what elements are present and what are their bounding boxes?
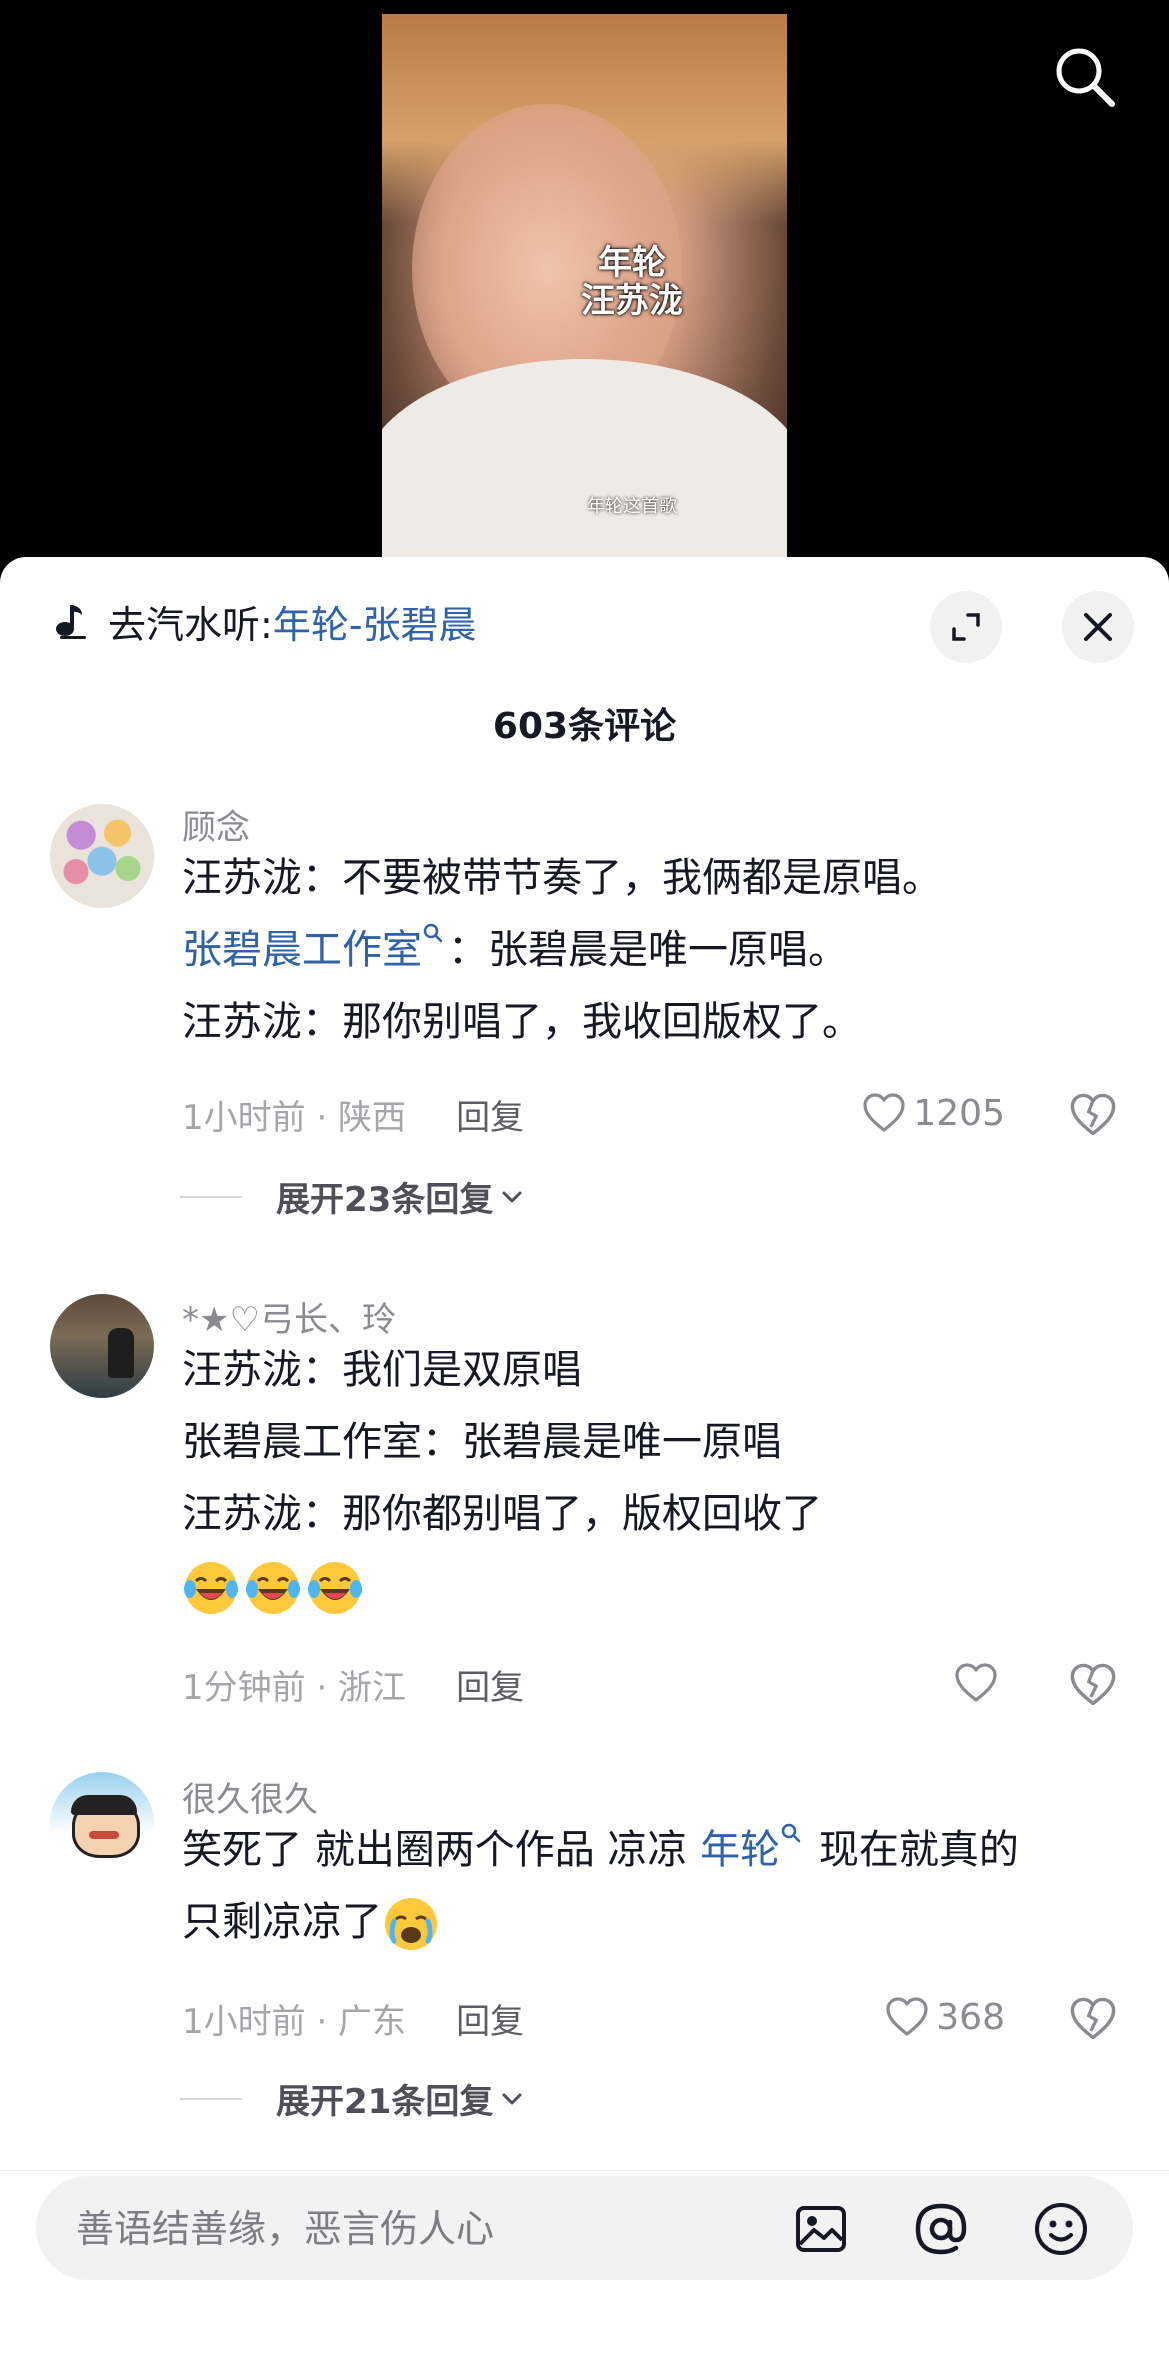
music-song-link[interactable]: 年轮-张碧晨 (273, 594, 477, 649)
music-prefix: 去汽水听: (108, 602, 273, 647)
dislike-button[interactable] (1068, 1090, 1118, 1140)
comment-line-rest: ：张碧晨是唯一原唱。 (448, 927, 848, 973)
divider (180, 1195, 242, 1198)
like-button[interactable]: 1205 (855, 1088, 1005, 1138)
like-button[interactable] (855, 1658, 1005, 1708)
like-count: 368 (936, 1996, 1005, 2038)
comment-text: 笑死了 就出圈两个作品 凉凉 年轮 现在就真的 只剩凉凉了 (182, 1814, 1019, 1958)
comment-line: 汪苏泷：不要被带节奏了，我俩都是原唱。 (182, 855, 942, 901)
broken-heart-icon (1070, 1093, 1116, 1136)
heart-icon (886, 1997, 928, 2036)
dislike-button[interactable] (1068, 1994, 1118, 2044)
comment-count: 603条评论 (492, 706, 677, 747)
crying-emoji-icon (385, 1898, 437, 1950)
expand-replies-button[interactable]: 展开21条回复 (180, 2074, 525, 2123)
expand-replies-button[interactable]: 展开23条回复 (180, 1172, 525, 1221)
reply-button[interactable]: 回复 (456, 2002, 524, 2042)
laughing-crying-emoji-icon (184, 1562, 238, 1614)
reply-button[interactable]: 回复 (456, 1668, 524, 1708)
comment-meta: 1小时前 · 陕西 回复 (182, 1090, 524, 1139)
expand-icon (952, 613, 980, 641)
comment-meta: 1分钟前 · 浙江 回复 (182, 1660, 524, 1709)
comment-line: 汪苏泷：我们是双原唱 (182, 1347, 582, 1393)
laughing-crying-emoji-icon (308, 1562, 362, 1614)
emoji-icon[interactable] (1032, 2200, 1090, 2258)
broken-heart-icon (1070, 1663, 1116, 1706)
video-overlay-title-line1: 年轮 (598, 243, 666, 283)
heart-icon (955, 1663, 997, 1702)
comment-text-part: 现在就真的 (806, 1827, 1019, 1873)
laughing-crying-emoji-icon (246, 1562, 300, 1614)
chevron-down-icon (502, 1191, 522, 1202)
mention-link[interactable]: 张碧晨工作室 (182, 927, 422, 973)
search-icon (423, 923, 443, 943)
search-icon[interactable] (1050, 42, 1120, 112)
like-count: 1205 (913, 1092, 1005, 1134)
close-button[interactable] (1062, 591, 1134, 663)
like-button[interactable]: 368 (855, 1992, 1005, 2042)
video-overlay-title: 年轮 汪苏泷 (532, 244, 732, 320)
broken-heart-icon (1070, 1997, 1116, 2040)
comment-line: 只剩凉凉了 (182, 1886, 1019, 1958)
comment-meta: 1小时前 · 广东 回复 (182, 1994, 524, 2043)
comment-time-location: 1小时前 · 广东 (182, 2002, 407, 2042)
comment-text-part: 笑死了 就出圈两个作品 凉凉 (182, 1827, 701, 1873)
chevron-down-icon (502, 2093, 522, 2104)
music-note-icon (56, 605, 86, 639)
comment-line: 张碧晨工作室：张碧晨是唯一原唱 (182, 1419, 782, 1465)
avatar[interactable] (50, 804, 154, 908)
close-icon (1084, 613, 1112, 641)
avatar-image (71, 1795, 140, 1858)
expand-replies-label: 展开21条回复 (276, 2082, 494, 2122)
comment-line: 笑死了 就出圈两个作品 凉凉 年轮 现在就真的 (182, 1814, 1019, 1886)
video-frame[interactable]: 年轮 汪苏泷 年轮这首歌 (382, 14, 787, 559)
search-icon (781, 1823, 801, 1843)
comment-time-location: 1分钟前 · 浙江 (182, 1668, 407, 1708)
comment-text: 汪苏泷：不要被带节奏了，我俩都是原唱。 张碧晨工作室 ：张碧晨是唯一原唱。 汪苏泷… (182, 842, 942, 1058)
comment-line: 张碧晨工作室 ：张碧晨是唯一原唱。 (182, 914, 942, 986)
avatar[interactable] (50, 1294, 154, 1398)
comment-line: 汪苏泷：那你别唱了，我收回版权了。 (182, 999, 862, 1045)
video-player[interactable]: 年轮 汪苏泷 年轮这首歌 (0, 0, 1169, 580)
expand-button[interactable] (930, 591, 1002, 663)
image-icon[interactable] (792, 2200, 850, 2258)
comment-time-location: 1小时前 · 陕西 (182, 1098, 407, 1138)
music-link-bar[interactable]: 去汽水听: 年轮-张碧晨 (52, 599, 477, 647)
comment-text-part: 只剩凉凉了 (182, 1899, 382, 1945)
video-image-shirt (382, 359, 787, 559)
avatar[interactable] (50, 1772, 154, 1876)
dislike-button[interactable] (1068, 1660, 1118, 1710)
comment-input[interactable] (74, 2176, 778, 2282)
reply-button[interactable]: 回复 (456, 1098, 524, 1138)
divider (180, 2097, 242, 2100)
expand-replies-label: 展开23条回复 (276, 1180, 494, 1220)
emoji-row (182, 1550, 822, 1622)
video-caption: 年轮这首歌 (587, 496, 677, 517)
heart-icon (863, 1093, 905, 1132)
comment-line: 汪苏泷：那你都别唱了，版权回收了 (182, 1491, 822, 1537)
video-overlay-title-line2: 汪苏泷 (581, 281, 683, 321)
at-icon[interactable] (912, 2200, 970, 2258)
hashtag-link[interactable]: 年轮 (700, 1827, 780, 1873)
comment-text: 汪苏泷：我们是双原唱 张碧晨工作室：张碧晨是唯一原唱 汪苏泷：那你都别唱了，版权… (182, 1334, 822, 1622)
